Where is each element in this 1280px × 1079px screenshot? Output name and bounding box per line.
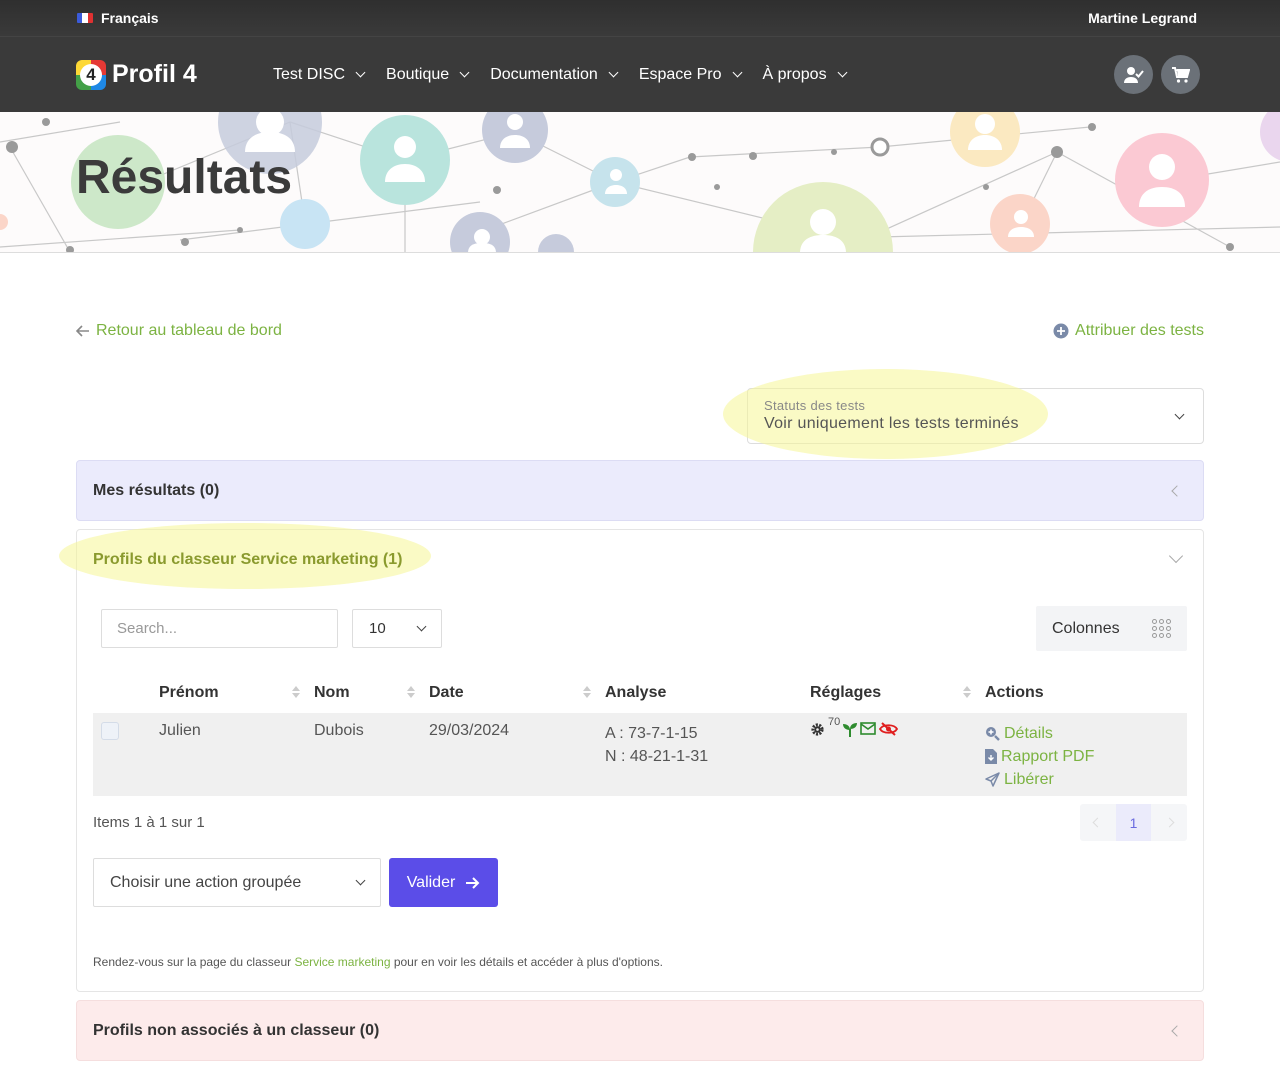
back-to-dashboard-link[interactable]: Retour au tableau de bord — [76, 322, 282, 340]
seedling-icon[interactable] — [843, 722, 858, 737]
panel-folder-header[interactable]: Profils du classeur Service marketing (1… — [59, 523, 1203, 589]
per-page-select[interactable]: 10 — [352, 609, 442, 648]
panel-unassigned-header[interactable]: Profils non associés à un classeur (0) — [77, 1001, 1203, 1060]
main-navbar: 4 Profil 4 Test DISC Boutique Documentat… — [0, 36, 1280, 112]
top-bar: Français Martine Legrand — [0, 0, 1280, 36]
row-checkbox[interactable] — [101, 722, 119, 740]
select-column-header — [93, 673, 159, 713]
chevron-left-icon — [1171, 484, 1183, 497]
gear-icon[interactable] — [810, 722, 825, 737]
column-header-reglages[interactable]: Réglages — [810, 673, 985, 713]
nav-item-test-disc[interactable]: Test DISC — [273, 66, 366, 84]
pdf-report-action[interactable]: Rapport PDF — [985, 745, 1187, 768]
column-header-analyse[interactable]: Analyse — [605, 673, 810, 713]
chevron-left-icon — [1092, 817, 1103, 828]
cart-icon — [1171, 66, 1190, 83]
status-select-value: Voir uniquement les tests terminés — [764, 415, 1019, 432]
brand-name: Profil 4 — [112, 60, 197, 88]
profil4-logo-icon: 4 — [76, 59, 106, 90]
chevron-down-icon — [1168, 548, 1184, 564]
table-row: Julien Dubois 29/03/2024 A : 73-7-1-15 N… — [93, 713, 1187, 796]
validate-button[interactable]: Valider — [389, 858, 498, 907]
panel-my-results-header[interactable]: Mes résultats (0) — [77, 461, 1203, 520]
file-download-icon — [985, 749, 997, 764]
chevron-down-icon — [837, 67, 848, 78]
nav-item-espace-pro[interactable]: Espace Pro — [639, 66, 742, 84]
plus-circle-icon — [1053, 323, 1069, 339]
hero-banner: Résultats — [0, 112, 1280, 253]
nav-item-boutique[interactable]: Boutique — [386, 66, 470, 84]
panel-my-results: Mes résultats (0) — [76, 460, 1204, 521]
chevron-right-icon — [1164, 817, 1175, 828]
panel-unassigned-profiles: Profils non associés à un classeur (0) — [76, 1000, 1204, 1061]
paper-plane-icon — [985, 772, 1000, 787]
chevron-down-icon — [608, 67, 619, 78]
columns-button[interactable]: Colonnes — [1036, 606, 1187, 651]
column-header-prenom[interactable]: Prénom — [159, 673, 314, 713]
settings-value: 70 — [828, 716, 841, 728]
cell-prenom: Julien — [159, 722, 201, 739]
arrow-right-icon — [466, 876, 480, 889]
folder-note: Rendez-vous sur la page du classeur Serv… — [93, 955, 663, 969]
cell-date: 29/03/2024 — [429, 722, 510, 739]
status-select-label: Statuts des tests — [764, 398, 866, 413]
nav-menu: Test DISC Boutique Documentation Espace … — [273, 66, 1114, 84]
user-check-button[interactable] — [1114, 55, 1153, 94]
panel-folder-profiles: Profils du classeur Service marketing (1… — [59, 523, 1204, 992]
search-input[interactable]: Search... — [101, 609, 338, 648]
zoom-in-icon — [986, 727, 1000, 741]
chevron-down-icon — [459, 67, 470, 78]
arrow-left-icon — [76, 325, 89, 337]
cell-actions: Détails Rapport PDF Libérer — [985, 713, 1187, 796]
envelope-icon[interactable] — [860, 722, 877, 735]
next-page-button[interactable] — [1151, 804, 1187, 841]
assign-tests-link[interactable]: Attribuer des tests — [1053, 322, 1204, 340]
page-button-1[interactable]: 1 — [1115, 804, 1152, 841]
cell-nom: Dubois — [314, 722, 364, 739]
main-content: Retour au tableau de bord Attribuer des … — [0, 322, 1280, 1061]
chevron-down-icon — [416, 621, 427, 632]
cell-reglages: 70 — [810, 713, 985, 796]
chevron-down-icon — [732, 67, 742, 78]
user-check-icon — [1123, 66, 1144, 83]
column-header-date[interactable]: Date — [429, 673, 605, 713]
details-action[interactable]: Détails — [985, 722, 1187, 745]
cell-analyse: A : 73-7-1-15 N : 48-21-1-31 — [605, 725, 709, 765]
panel-title: Mes résultats (0) — [93, 481, 220, 499]
items-count: Items 1 à 1 sur 1 — [93, 814, 205, 831]
page-title: Résultats — [76, 151, 293, 204]
panel-title: Profils du classeur Service marketing (1… — [93, 550, 403, 568]
french-flag-icon — [77, 13, 93, 23]
language-label: Français — [101, 10, 159, 26]
panel-title: Profils non associés à un classeur (0) — [93, 1021, 380, 1039]
brand-logo[interactable]: 4 Profil 4 — [76, 59, 273, 90]
language-selector[interactable]: Français — [77, 10, 159, 26]
chevron-down-icon — [355, 875, 366, 886]
nav-item-documentation[interactable]: Documentation — [490, 66, 619, 84]
prev-page-button[interactable] — [1080, 804, 1116, 841]
release-action[interactable]: Libérer — [985, 768, 1187, 791]
highlight-mark — [723, 369, 1048, 459]
column-header-actions: Actions — [985, 684, 1044, 701]
user-name-link[interactable]: Martine Legrand — [1088, 10, 1197, 26]
pagination: 1 — [1080, 804, 1187, 841]
cart-button[interactable] — [1161, 55, 1200, 94]
bulk-action-select[interactable]: Choisir une action groupée — [93, 858, 381, 907]
folder-link[interactable]: Service marketing — [294, 955, 390, 969]
column-header-nom[interactable]: Nom — [314, 673, 429, 713]
chevron-left-icon — [1171, 1024, 1183, 1037]
eye-slash-icon[interactable] — [879, 722, 899, 736]
results-table: Prénom Nom Date Analyse Réglages Actions… — [93, 673, 1187, 796]
test-status-select[interactable]: Statuts des tests Voir uniquement les te… — [723, 369, 1204, 459]
nav-item-a-propos[interactable]: À propos — [763, 66, 848, 84]
grid-dots-icon — [1152, 619, 1171, 638]
chevron-down-icon — [355, 67, 366, 78]
